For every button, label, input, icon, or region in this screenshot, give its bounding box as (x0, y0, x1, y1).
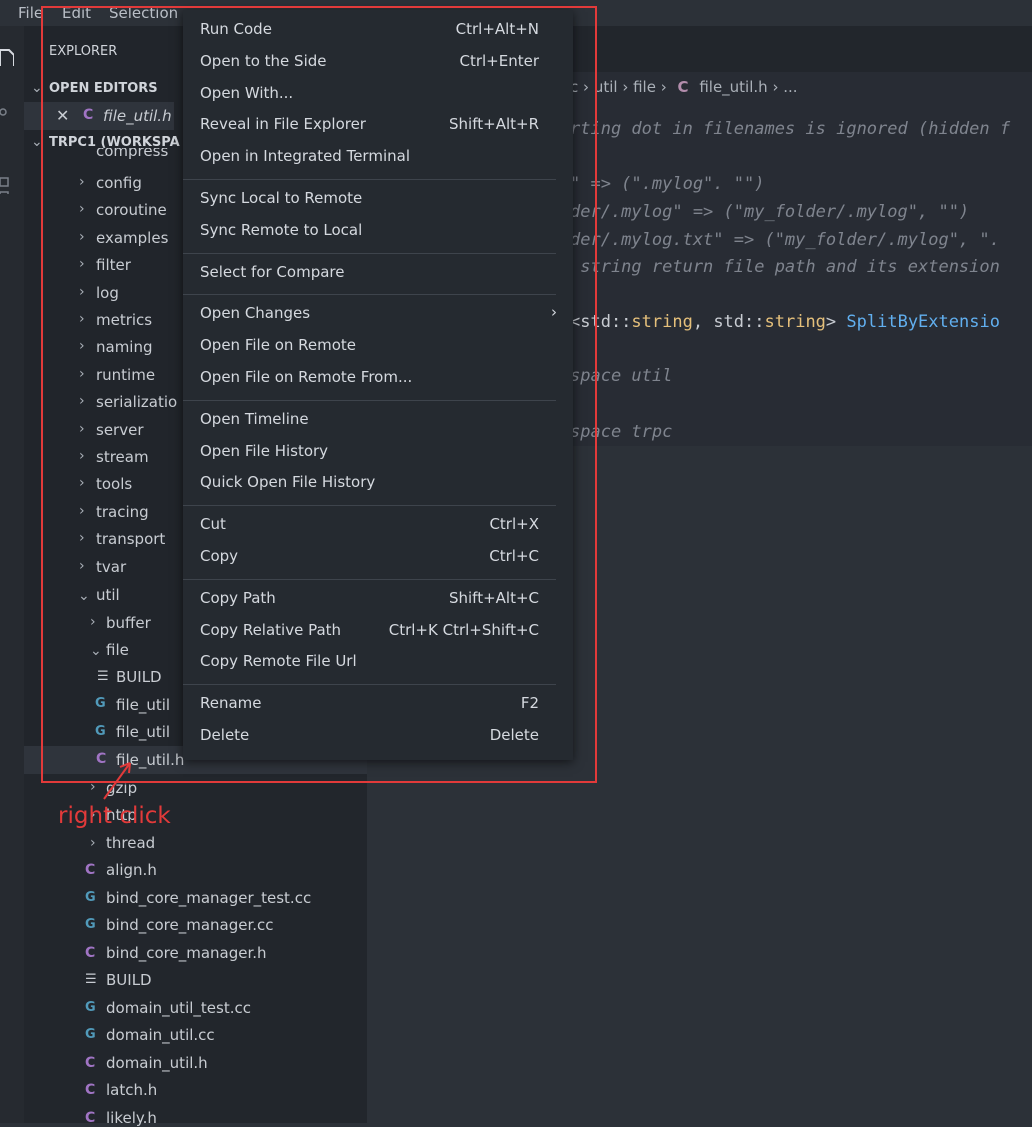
cpp-file-icon: G (85, 1027, 96, 1042)
code-token: > (825, 312, 847, 332)
code-token: string (631, 312, 693, 332)
tree-file[interactable]: latch.h (106, 1081, 157, 1099)
code-line[interactable]: <std::string, std::string> SplitByExtens… (570, 312, 1000, 332)
source-control-icon[interactable] (0, 104, 14, 124)
tree-file[interactable]: domain_util.cc (106, 1026, 215, 1044)
cpp-file-icon: G (85, 917, 96, 932)
build-file-icon: ☰ (85, 972, 97, 987)
files-icon[interactable] (0, 46, 14, 66)
code-line[interactable]: der/.mylog" => ("my_folder/.mylog", "") (570, 202, 969, 222)
cpp-file-icon: G (85, 889, 96, 905)
editor-tab-strip (570, 26, 1032, 72)
tree-file[interactable]: domain_util_test.cc (106, 999, 251, 1017)
chevron-right-icon: › (622, 78, 629, 96)
c-file-icon: C (85, 1109, 96, 1126)
code-line[interactable]: rting dot in filenames is ignored (hidde… (570, 119, 1010, 139)
breadcrumb-item[interactable]: file (633, 78, 656, 96)
c-file-icon: C (85, 1054, 96, 1071)
tree-file[interactable]: BUILD (106, 971, 152, 989)
tree-file[interactable]: bind_core_manager_test.cc (106, 889, 311, 907)
code-token: SplitByExtensio (846, 312, 1000, 332)
cpp-file-icon: G (85, 999, 96, 1015)
tree-file[interactable]: align.h (106, 861, 157, 879)
breadcrumb: c › util › file › C file_util.h › ... (570, 78, 798, 100)
breadcrumb-item[interactable]: util (594, 78, 618, 96)
tree-file[interactable]: likely.h (106, 1109, 157, 1127)
tree-file[interactable]: bind_core_manager.h (106, 944, 267, 962)
code-line[interactable]: der/.mylog.txt" => ("my_folder/.mylog", … (570, 230, 1000, 250)
menu-file[interactable]: File (18, 4, 43, 22)
code-line[interactable]: " => (".mylog". "") (570, 174, 764, 194)
c-file-icon: C (85, 944, 96, 961)
c-file-icon: C (85, 1082, 96, 1098)
code-token: string (764, 312, 826, 332)
activity-bar (0, 26, 24, 1123)
annotation-arrow (103, 762, 131, 800)
code-line[interactable]: string return file path and its extensio… (570, 257, 1000, 277)
code-token: , std:: (692, 312, 765, 332)
breadcrumb-item[interactable]: ... (783, 78, 797, 96)
annotation-label: right click (58, 803, 171, 829)
tree-file[interactable]: bind_core_manager.cc (106, 916, 274, 934)
chevron-right-icon: › (660, 78, 667, 96)
chevron-right-icon: › (772, 78, 779, 96)
chevron-right-icon[interactable]: › (90, 835, 96, 851)
breadcrumb-item[interactable]: file_util.h (699, 78, 767, 96)
tree-file[interactable]: domain_util.h (106, 1054, 208, 1072)
c-file-icon: C (85, 862, 96, 878)
c-file-icon: C (677, 78, 689, 96)
extensions-icon[interactable] (0, 174, 14, 194)
annotation-highlight-box (41, 6, 597, 783)
tree-folder-thread[interactable]: thread (106, 834, 155, 852)
